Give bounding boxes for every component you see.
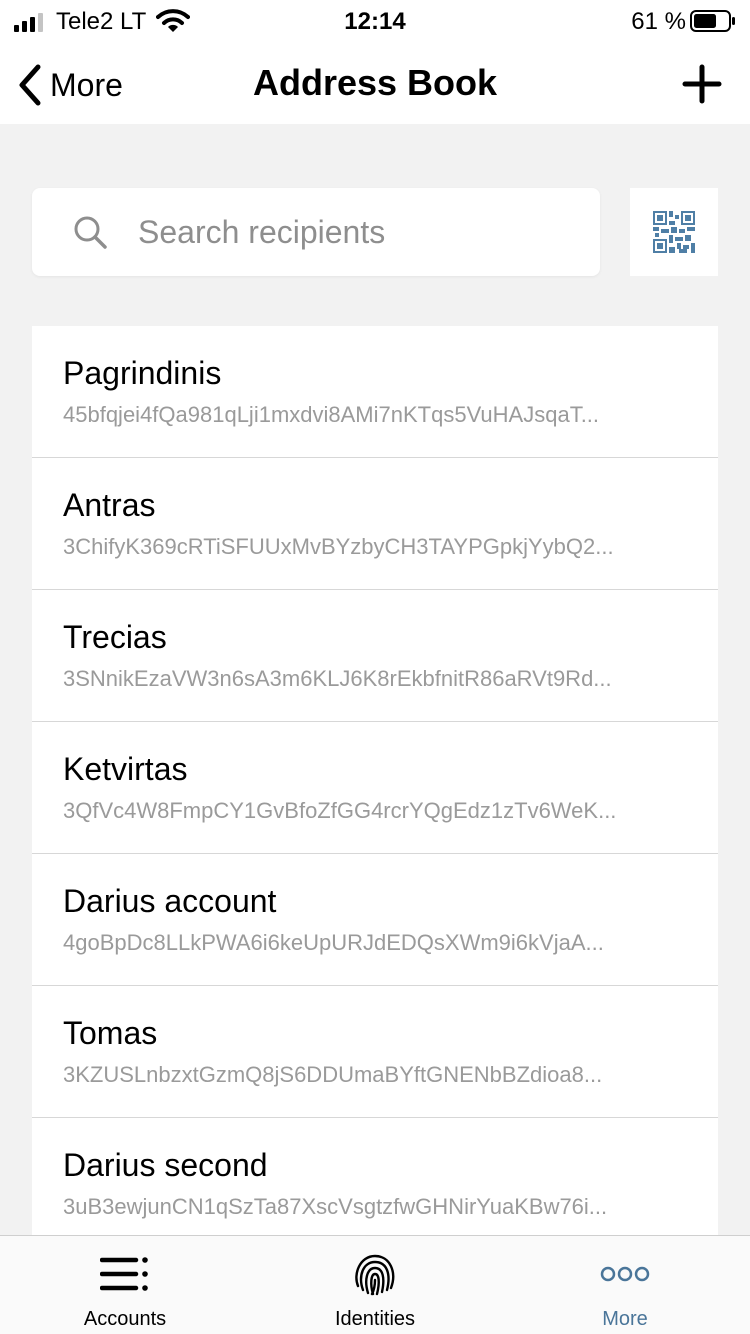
list-item[interactable]: Ketvirtas 3QfVc4W8FmpCY1GvBfoZfGG4rcrYQg… [32,722,718,854]
list-item[interactable]: Antras 3ChifyK369cRTiSFUUxMvBYzbyCH3TAYP… [32,458,718,590]
recipient-name: Trecias [63,619,167,655]
recipient-name: Antras [63,487,156,523]
more-dots-icon [600,1266,650,1282]
back-button[interactable]: More [14,62,123,108]
recipient-address: 4goBpDc8LLkPWA6i6keUpURJdEDQsXWm9i6kVjaA… [63,930,604,955]
recipient-address: 3QfVc4W8FmpCY1GvBfoZfGG4rcrYQgEdz1zTv6We… [63,798,617,823]
recipient-address: 3uB3ewjunCN1qSzTa87XscVsgtzfwGHNirYuaKBw… [63,1194,608,1219]
tab-label: Accounts [83,1308,167,1330]
qr-code-icon [653,211,695,253]
search-icon [74,216,107,249]
search-input[interactable] [138,188,578,276]
recipient-name: Tomas [63,1015,158,1051]
list-icon [100,1257,148,1291]
tab-accounts[interactable]: Accounts [0,1236,250,1334]
plus-icon[interactable] [682,64,722,104]
tab-label: More [602,1308,648,1330]
recipient-name: Ketvirtas [63,751,188,787]
tab-more[interactable]: More [500,1236,750,1334]
fingerprint-icon [355,1254,395,1296]
back-label: More [50,66,123,103]
tab-bar: Accounts Identities More [0,1235,750,1334]
chevron-left-icon [19,64,41,106]
recipient-address: 3ChifyK369cRTiSFUUxMvBYzbyCH3TAYPGpkjYyb… [63,534,614,559]
list-item[interactable]: Darius account 4goBpDc8LLkPWA6i6keUpURJd… [32,854,718,986]
qr-scan-button[interactable] [630,188,718,276]
recipient-name: Pagrindinis [63,355,222,391]
list-item[interactable]: Trecias 3SNnikEzaVW3n6sA3m6KLJ6K8rEkbfni… [32,590,718,722]
list-item[interactable]: Pagrindinis 45bfqjei4fQa981qLji1mxdvi8AM… [32,326,718,458]
status-bar: Tele2 LT 12:14 61 % [0,0,750,44]
recipient-address: 3SNnikEzaVW3n6sA3m6KLJ6K8rEkbfnitR86aRVt… [63,666,612,691]
battery-icon [690,10,735,32]
recipient-address: 45bfqjei4fQa981qLji1mxdvi8AMi7nKTqs5VuHA… [63,402,600,427]
list-item[interactable]: Darius second 3uB3ewjunCN1qSzTa87XscVsgt… [32,1118,718,1236]
tab-identities[interactable]: Identities [250,1236,500,1334]
battery-percentage: 61 % [631,8,686,35]
recipient-name: Darius second [63,1147,268,1183]
navigation-bar: More Address Book [0,44,750,124]
tab-label: Identities [334,1308,416,1330]
recipient-name: Darius account [63,883,277,919]
search-box [32,188,600,276]
list-item[interactable]: Tomas 3KZUSLnbzxtGzmQ8jS6DDUmaBYftGNENbB… [32,986,718,1118]
recipient-list: Pagrindinis 45bfqjei4fQa981qLji1mxdvi8AM… [32,326,718,1236]
recipient-address: 3KZUSLnbzxtGzmQ8jS6DDUmaBYftGNENbBZdioa8… [63,1062,603,1087]
